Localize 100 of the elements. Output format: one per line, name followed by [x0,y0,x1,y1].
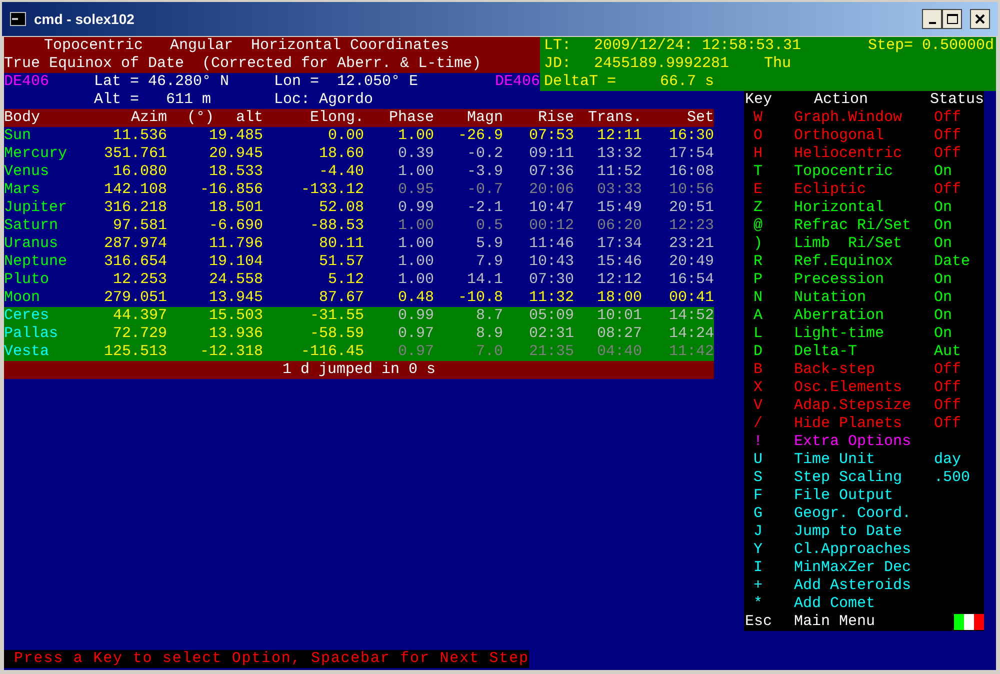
menu-item[interactable]: J Jump to Date [744,523,984,541]
menu-key: @ [745,217,771,235]
table-cell-text: 351.761 [102,145,167,163]
table-cell-text: 15:46 [596,253,642,271]
lt-label: LT: [544,37,572,55]
menu-item[interactable]: Z Horizontal On [744,199,984,217]
table-cell-text: 0.97 [396,325,434,343]
menu-item[interactable]: O Orthogonal Off [744,127,984,145]
table-cell-text: 51.57 [318,253,364,271]
table-cell-text: -16.856 [198,181,263,199]
table-cell-text: Mercury [4,145,68,163]
table-cell-text: 5.12 [326,271,364,289]
menu-item[interactable]: P Precession On [744,271,984,289]
menu-item[interactable]: L Light-time On [744,325,984,343]
table-cell-text: 0.5 [474,217,503,235]
menu-action: Ref.Equinox [794,253,894,271]
menu-status: Off [934,181,962,199]
column-header: Status [928,91,984,109]
menu-item[interactable]: X Osc.Elements Off [744,379,984,397]
table-cell-text: 00:41 [668,289,714,307]
menu-item[interactable]: G Geogr. Coord. [744,505,984,523]
menu-key: A [745,307,771,325]
table-cell-text: 14:52 [668,307,714,325]
maximize-button[interactable] [942,9,962,29]
menu-status: Aut [934,343,962,361]
jd-label: JD: [544,55,572,73]
menu-item[interactable]: D Delta-T Aut [744,343,984,361]
menu-item[interactable]: A Aberration On [744,307,984,325]
table-cell-text: 279.051 [102,289,167,307]
table-cell-text: 52.08 [318,199,364,217]
column-header: Elong. [308,109,364,127]
table-cell-text: 20:51 [668,199,714,217]
table-cell-text: -58.59 [308,325,364,343]
header-subtitle: True Equinox of Date (Corrected for Aberr. & L-time) [4,55,482,72]
menu-status: On [934,199,952,217]
menu-action: File Output [794,487,894,505]
table-cell-text: 16:54 [668,271,714,289]
column-header: Action [814,91,870,109]
menu-item[interactable]: Esc Main Menu [744,613,984,631]
table-cell-text: 14:24 [668,325,714,343]
menu-item[interactable]: @ Refrac Ri/Set On [744,217,984,235]
table-cell-text: 72.729 [112,325,167,343]
location: Loc: Agordo [274,91,374,109]
table-cell-text: 0.99 [396,307,434,325]
menu-item[interactable]: U Time Unit day [744,451,984,469]
table-cell-text: 14.1 [466,271,503,289]
column-header: Azim [130,109,167,127]
menu-item[interactable]: ! Extra Options [744,433,984,451]
menu-item[interactable]: R Ref.Equinox Date [744,253,984,271]
table-cell-text: 23:21 [668,235,714,253]
table-cell-text: 06:20 [596,217,642,235]
table-cell-text: 287.974 [102,235,167,253]
header-title: Topocentric Angular Horizontal Coordinates [44,37,450,54]
menu-status: On [934,325,952,343]
table-cell-text: 13.936 [208,325,263,343]
table-cell-text: Saturn [4,217,60,235]
altitude: Alt = 611 m [94,91,212,109]
menu-item[interactable]: * Add Comet [744,595,984,613]
menu-action: Aberration [794,307,886,325]
table-cell-text: -88.53 [308,217,364,235]
menu-key: D [745,343,771,361]
table-cell-text: 12.253 [112,271,167,289]
menu-item[interactable]: + Add Asteroids [744,577,984,595]
menu-action: Extra Options [794,433,912,451]
menu-item[interactable]: B Back-step Off [744,361,984,379]
table-cell-text: 1.00 [396,217,434,235]
menu-key: ! [745,433,771,451]
close-button[interactable] [970,9,990,29]
menu-item[interactable]: E Ecliptic Off [744,181,984,199]
menu-key: U [745,451,771,469]
table-cell-text: 87.67 [318,289,364,307]
menu-key: L [745,325,771,343]
table-cell-text: 1.00 [396,235,434,253]
table-cell-text: Neptune [4,253,68,271]
italian-flag-icon [954,614,984,630]
menu-item[interactable]: T Topocentric On [744,163,984,181]
minimize-button[interactable] [922,9,942,29]
menu-item[interactable]: S Step Scaling .500 [744,469,984,487]
table-cell-text: 0.95 [396,181,434,199]
close-icon [975,14,985,24]
ephemeris-label: DE406 [4,73,50,91]
terminal-icon [10,12,26,26]
menu-item[interactable]: / Hide Planets Off [744,415,984,433]
menu-item[interactable]: W Graph.Window Off [744,109,984,127]
menu-item[interactable]: F File Output [744,487,984,505]
menu-status: On [934,307,952,325]
menu-action: Heliocentric [794,145,904,163]
menu-item[interactable]: I MinMaxZer Dec [744,559,984,577]
table-cell-text: 05:09 [528,307,574,325]
table-cell-text: 7.9 [474,253,503,271]
menu-item[interactable]: N Nutation On [744,289,984,307]
table-cell-text: 44.397 [112,307,167,325]
menu-item[interactable]: ) Limb Ri/Set On [744,235,984,253]
menu-item[interactable]: V Adap.Stepsize Off [744,397,984,415]
menu-status: Off [934,361,962,379]
menu-status: Off [934,127,962,145]
menu-item[interactable]: H Heliocentric Off [744,145,984,163]
table-cell-text: 15.503 [208,307,263,325]
column-header: Magn [466,109,503,127]
menu-item[interactable]: Y Cl.Approaches [744,541,984,559]
